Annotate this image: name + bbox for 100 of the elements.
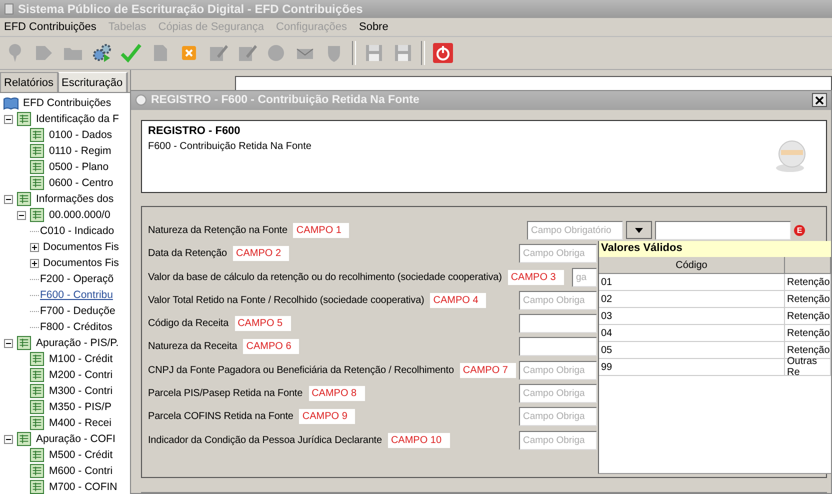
tree-item[interactable]: Documentos Fis (43, 241, 119, 253)
check-icon[interactable] (120, 42, 142, 64)
collapse-icon[interactable] (4, 338, 13, 348)
table-cell[interactable]: 02 (599, 291, 785, 308)
spreadsheet-icon (17, 432, 31, 446)
spreadsheet-icon (17, 192, 31, 206)
spreadsheet-icon (30, 448, 44, 462)
gears-icon[interactable] (91, 42, 113, 64)
collapse-icon[interactable] (17, 210, 26, 220)
spreadsheet-icon (30, 144, 44, 158)
table-cell[interactable]: 99 (599, 359, 785, 376)
table-cell[interactable]: 05 (599, 342, 785, 359)
input-field[interactable]: Campo Obriga (519, 290, 597, 310)
field-label: Código da Receita (148, 318, 229, 330)
field-tag: CAMPO 1 (293, 222, 350, 238)
input-field[interactable]: Campo Obriga (519, 244, 597, 264)
tree-item[interactable]: 0110 - Regim (49, 145, 112, 157)
field-label: Valor da base de cálculo da retenção ou do recolhimento (sociedade cooperativa) (148, 272, 502, 283)
tree-item[interactable]: Identificação da F (36, 113, 119, 125)
table-cell[interactable]: Retenção (785, 291, 831, 308)
spreadsheet-icon (30, 160, 44, 174)
field-tag: CAMPO 3 (508, 270, 564, 285)
table-cell[interactable]: Outras Re (785, 359, 831, 376)
window-title: Sistema Público de Escrituração Digital - EFD Contribuições (18, 2, 363, 16)
tree-item[interactable]: F600 - Contribu (40, 289, 113, 301)
spreadsheet-icon (30, 352, 44, 366)
tree-item[interactable]: M700 - COFIN (49, 481, 118, 493)
tree-item[interactable]: M300 - Contri (49, 385, 113, 397)
field-tag: CAMPO 2 (233, 246, 290, 262)
tree-item[interactable]: M600 - Contri (49, 465, 113, 477)
record-heading: REGISTRO - F600 (148, 124, 242, 137)
field-label: Natureza da Retenção na Fonte (148, 224, 288, 236)
table-cell[interactable]: 04 (599, 325, 785, 342)
tree-item[interactable]: M100 - Crédit (49, 353, 113, 365)
app-icon (135, 94, 147, 106)
expand-icon[interactable] (30, 258, 39, 268)
menu-item[interactable]: EFD Contribuições (4, 21, 96, 33)
table-cell[interactable]: Retenção (785, 308, 831, 325)
tree-item[interactable]: Documentos Fis (43, 257, 119, 269)
tree-item[interactable]: M200 - Contri (49, 369, 113, 381)
tab[interactable]: Escrituração (58, 72, 128, 92)
record-subheading: F600 - Contribuição Retida Na Fonte (148, 140, 312, 152)
column-header: Código (599, 257, 785, 274)
spreadsheet-icon (30, 464, 44, 478)
tree-item[interactable]: C010 - Indicado (40, 225, 114, 237)
spreadsheet-icon (30, 400, 44, 414)
tree-item[interactable]: 0600 - Centro (49, 177, 114, 189)
input-field[interactable]: Campo Obriga (519, 384, 597, 404)
spreadsheet-icon (30, 480, 44, 494)
spreadsheet-icon (30, 384, 44, 398)
input-field[interactable]: Campo Obriga (519, 430, 597, 450)
tree-item[interactable]: EFD Contribuições (23, 97, 112, 109)
collapse-icon[interactable] (4, 434, 13, 444)
tree-item[interactable]: M350 - PIS/P (49, 401, 112, 413)
dropdown-button[interactable] (626, 221, 652, 240)
input-field[interactable] (655, 220, 791, 240)
menu-item[interactable]: Sobre (358, 21, 388, 33)
table-cell[interactable]: 01 (599, 274, 785, 291)
spreadsheet-icon (30, 416, 44, 430)
input-field[interactable] (519, 314, 597, 334)
power-icon[interactable] (432, 42, 454, 64)
tree-item[interactable]: Apuração - PIS/P. (36, 337, 119, 349)
field-label: Natureza da Receita (148, 341, 238, 352)
tab[interactable]: Relatórios (0, 72, 58, 92)
tree-item[interactable]: Apuração - COFI (36, 433, 116, 445)
tree-item[interactable]: F800 - Créditos (40, 321, 112, 333)
input-field[interactable]: ga (572, 268, 597, 287)
input-field[interactable]: Campo Obrigatório (527, 220, 623, 240)
tree-item[interactable]: M400 - Recei (49, 417, 112, 429)
field-label: Parcela COFINS Retida na Fonte (148, 411, 294, 422)
spreadsheet-icon (30, 128, 44, 142)
popup-title: Valores Válidos (599, 241, 831, 257)
tree-item[interactable]: F700 - Deduçõe (40, 305, 116, 317)
field-label: Data da Retenção (148, 248, 228, 260)
tree-item[interactable]: F200 - Operaçõ (40, 273, 114, 285)
spreadsheet-icon (30, 208, 44, 222)
tree-item[interactable]: 0100 - Dados (49, 129, 112, 141)
error-badge: E (794, 224, 805, 236)
spreadsheet-icon (17, 336, 31, 350)
collapse-icon[interactable] (4, 114, 13, 124)
input-field[interactable] (519, 337, 597, 356)
close-button[interactable] (812, 93, 827, 108)
field-label: Parcela PIS/Pasep Retida na Fonte (148, 388, 303, 400)
table-cell[interactable]: Retenção (785, 325, 831, 342)
field-label: Valor Total Retido na Fonte / Recolhido (sociedade cooperativa) (148, 294, 424, 306)
tree-item[interactable]: M500 - Crédit (49, 449, 113, 461)
tree-item[interactable]: 0500 - Plano (49, 161, 109, 173)
dialog-title: REGISTRO - F600 - Contribuição Retida Na Fonte (151, 94, 420, 106)
input-field[interactable]: Campo Obriga (519, 407, 597, 426)
collapse-icon[interactable] (4, 194, 13, 204)
expand-icon[interactable] (30, 242, 39, 252)
table-cell[interactable]: 03 (599, 308, 785, 325)
tree-item[interactable]: Informações dos (36, 193, 114, 205)
spreadsheet-icon (30, 368, 44, 382)
table-cell[interactable]: Retenção (785, 274, 831, 291)
input-field[interactable]: Campo Obriga (519, 360, 597, 380)
spreadsheet-icon (30, 176, 44, 190)
tree-item[interactable]: 00.000.000/0 (49, 209, 110, 221)
book-icon (3, 96, 19, 110)
field-tag: CAMPO 6 (243, 339, 300, 354)
